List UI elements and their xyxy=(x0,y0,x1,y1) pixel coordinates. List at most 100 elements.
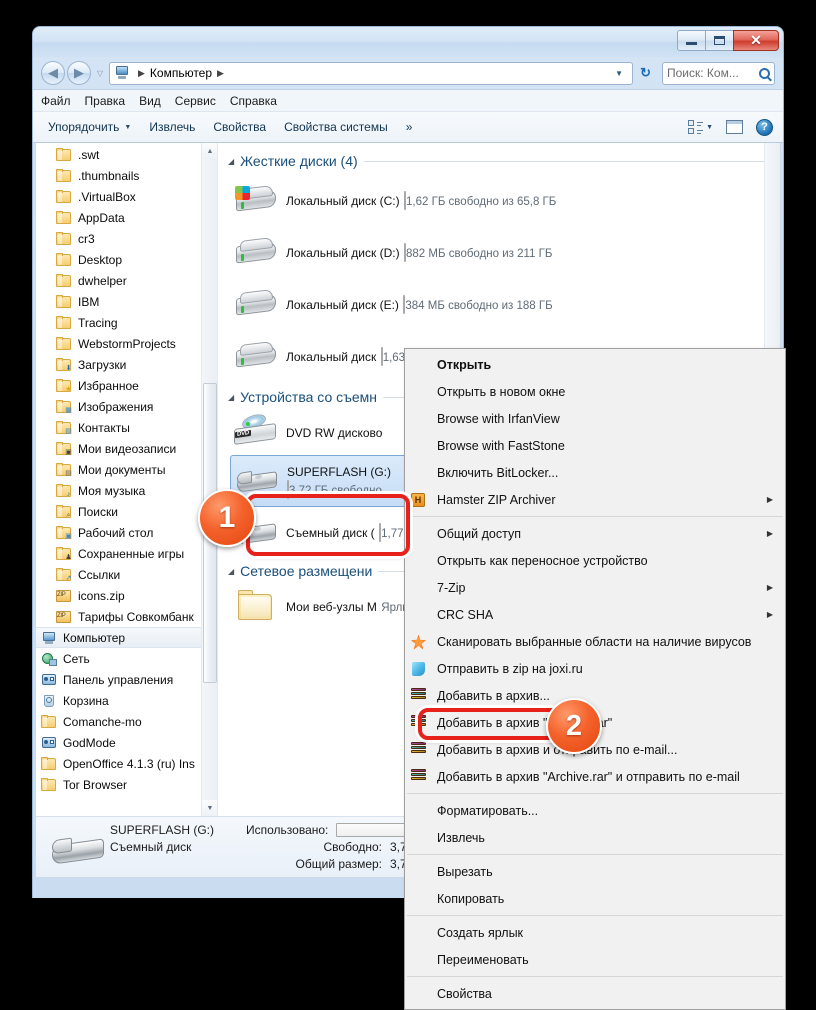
menu-item-hamster-zip-archiver[interactable]: HHamster ZIP Archiver▶ xyxy=(405,486,785,513)
tree-item-tracing[interactable]: Tracing xyxy=(36,312,217,333)
properties-button[interactable]: Свойства xyxy=(204,116,275,138)
menu-item-create-shortcut[interactable]: Создать ярлык xyxy=(405,919,785,946)
menu-item-open-as-portable-device[interactable]: Открыть как переносное устройство xyxy=(405,547,785,574)
folder-icon xyxy=(56,337,72,351)
menu-item-properties[interactable]: Свойства xyxy=(405,980,785,1007)
menu-item-rename[interactable]: Переименовать xyxy=(405,946,785,973)
menu-item-share[interactable]: Общий доступ▶ xyxy=(405,520,785,547)
tree-item-documents[interactable]: ▤Мои документы xyxy=(36,459,217,480)
sidebar-item-computer[interactable]: Компьютер xyxy=(36,627,217,648)
address-bar[interactable]: ▶ Компьютер ▶ ▼ xyxy=(109,62,633,85)
breadcrumb-computer[interactable]: Компьютер xyxy=(150,66,212,80)
menu-item-add-to-archive[interactable]: Добавить в архив... xyxy=(405,682,785,709)
search-input[interactable]: Поиск: Ком... xyxy=(667,66,759,80)
drive-item-d[interactable]: Локальный диск (D:) 882 МБ свободно из 2… xyxy=(218,227,780,279)
collapse-triangle-icon[interactable]: ◢ xyxy=(228,393,234,402)
context-menu[interactable]: Открыть Открыть в новом окне Browse with… xyxy=(404,348,786,1010)
menu-item-crc-sha[interactable]: CRC SHA▶ xyxy=(405,601,785,628)
menu-item-cut[interactable]: Вырезать xyxy=(405,858,785,885)
recent-locations-dropdown[interactable]: ▽ xyxy=(93,69,107,78)
tree-item-desktop[interactable]: Desktop xyxy=(36,249,217,270)
minimize-button[interactable] xyxy=(677,30,706,51)
view-chevron-down-icon[interactable]: ▼ xyxy=(706,124,713,131)
tree-item-label: GodMode xyxy=(63,736,116,750)
navigation-pane-scrollbar[interactable]: ▲ ▼ xyxy=(201,143,217,816)
sidebar-item-tor-browser[interactable]: Tor Browser xyxy=(36,774,217,795)
sidebar-item-recycle-bin[interactable]: Корзина xyxy=(36,690,217,711)
collapse-triangle-icon[interactable]: ◢ xyxy=(228,157,234,166)
menu-item-send-zip-joxi[interactable]: Отправить в zip на joxi.ru xyxy=(405,655,785,682)
collapse-triangle-icon[interactable]: ◢ xyxy=(228,567,234,576)
menu-item-scan-for-viruses[interactable]: Сканировать выбранные области на наличие… xyxy=(405,628,785,655)
tree-item-searches[interactable]: ⌕Поиски xyxy=(36,501,217,522)
menu-item-browse-irfanview[interactable]: Browse with IrfanView xyxy=(405,405,785,432)
tree-item-downloads[interactable]: ⬇Загрузки xyxy=(36,354,217,375)
menu-help[interactable]: Справка xyxy=(230,94,277,108)
tree-item-swt[interactable]: .swt xyxy=(36,144,217,165)
tree-item-thumbnails[interactable]: .thumbnails xyxy=(36,165,217,186)
maximize-button[interactable] xyxy=(705,30,734,51)
refresh-button[interactable]: ↻ xyxy=(633,65,658,81)
tree-item-links[interactable]: ↗Ссылки xyxy=(36,564,217,585)
menu-item-format[interactable]: Форматировать... xyxy=(405,797,785,824)
search-box[interactable]: Поиск: Ком... xyxy=(662,62,775,85)
sidebar-item-network[interactable]: Сеть xyxy=(36,648,217,669)
group-header-hard-disks[interactable]: ◢ Жесткие диски (4) xyxy=(218,143,780,175)
tree-item-webstormprojects[interactable]: WebstormProjects xyxy=(36,333,217,354)
toolbar-overflow-button[interactable]: » xyxy=(397,116,422,138)
menu-item-open[interactable]: Открыть xyxy=(405,351,785,378)
forward-button[interactable]: ▶ xyxy=(67,61,91,85)
tree-item-ibm[interactable]: IBM xyxy=(36,291,217,312)
menu-edit[interactable]: Правка xyxy=(85,94,126,108)
close-button[interactable]: ✕ xyxy=(733,30,779,51)
hdd-icon xyxy=(232,336,280,378)
eject-button[interactable]: Извлечь xyxy=(140,116,204,138)
tree-item-virtualbox[interactable]: .VirtualBox xyxy=(36,186,217,207)
menu-item-browse-faststone[interactable]: Browse with FastStone xyxy=(405,432,785,459)
tree-item-favorites[interactable]: ★Избранное xyxy=(36,375,217,396)
menu-file[interactable]: Файл xyxy=(41,94,71,108)
menu-item-open-new-window[interactable]: Открыть в новом окне xyxy=(405,378,785,405)
menu-view[interactable]: Вид xyxy=(139,94,161,108)
tree-item-appdata[interactable]: AppData xyxy=(36,207,217,228)
system-properties-button[interactable]: Свойства системы xyxy=(275,116,397,138)
preview-pane-icon[interactable] xyxy=(726,120,743,134)
dvd-drive-icon: DVD xyxy=(232,412,280,454)
menu-item-enable-bitlocker[interactable]: Включить BitLocker... xyxy=(405,459,785,486)
scroll-up-icon[interactable]: ▲ xyxy=(202,143,218,159)
help-icon[interactable]: ? xyxy=(756,119,773,136)
sidebar-item-comanche[interactable]: Comanche-mo xyxy=(36,711,217,732)
tree-item-music[interactable]: ♪Моя музыка xyxy=(36,480,217,501)
music-folder-icon: ♪ xyxy=(56,484,72,498)
tree-item-tarify-zip[interactable]: ZIPТарифы Совкомбанк xyxy=(36,606,217,627)
tree-item-desktop-ru[interactable]: ▣Рабочий стол xyxy=(36,522,217,543)
menu-item-7zip[interactable]: 7-Zip▶ xyxy=(405,574,785,601)
scroll-down-icon[interactable]: ▼ xyxy=(202,800,218,816)
tree-item-icons-zip[interactable]: ZIPicons.zip xyxy=(36,585,217,606)
address-dropdown-icon[interactable]: ▼ xyxy=(608,69,630,78)
breadcrumb-separator-1[interactable]: ▶ xyxy=(217,68,224,79)
drive-item-e[interactable]: Локальный диск (E:) 384 МБ свободно из 1… xyxy=(218,279,780,331)
back-button[interactable]: ◀ xyxy=(41,61,65,85)
menu-item-eject[interactable]: Извлечь xyxy=(405,824,785,851)
tree-item-saved-games[interactable]: ♟Сохраненные игры xyxy=(36,543,217,564)
drive-item-c[interactable]: Локальный диск (C:) 1,62 ГБ свободно из … xyxy=(218,175,780,227)
navigation-pane[interactable]: .swt .thumbnails .VirtualBox AppData cr3… xyxy=(36,143,218,816)
tree-item-contacts[interactable]: ▤Контакты xyxy=(36,417,217,438)
tree-item-dwhelper[interactable]: dwhelper xyxy=(36,270,217,291)
sidebar-item-control-panel[interactable]: Панель управления xyxy=(36,669,217,690)
tree-item-videos[interactable]: ▣Мои видеозаписи xyxy=(36,438,217,459)
menu-item-copy[interactable]: Копировать xyxy=(405,885,785,912)
organize-button[interactable]: Упорядочить ▼ xyxy=(39,116,140,138)
menu-icon-placeholder xyxy=(409,606,429,624)
change-view-icon[interactable] xyxy=(688,120,703,135)
menu-item-add-to-archive-rar-email[interactable]: Добавить в архив "Archive.rar" и отправи… xyxy=(405,763,785,790)
sidebar-item-godmode[interactable]: GodMode xyxy=(36,732,217,753)
sidebar-item-openoffice[interactable]: OpenOffice 4.1.3 (ru) Ins xyxy=(36,753,217,774)
favorites-folder-icon: ★ xyxy=(56,379,72,393)
tree-item-pictures[interactable]: ▦Изображения xyxy=(36,396,217,417)
tree-item-label: Сеть xyxy=(63,652,90,666)
tree-item-cr3[interactable]: cr3 xyxy=(36,228,217,249)
menu-tools[interactable]: Сервис xyxy=(175,94,216,108)
window-control-buttons: ✕ xyxy=(678,30,779,51)
